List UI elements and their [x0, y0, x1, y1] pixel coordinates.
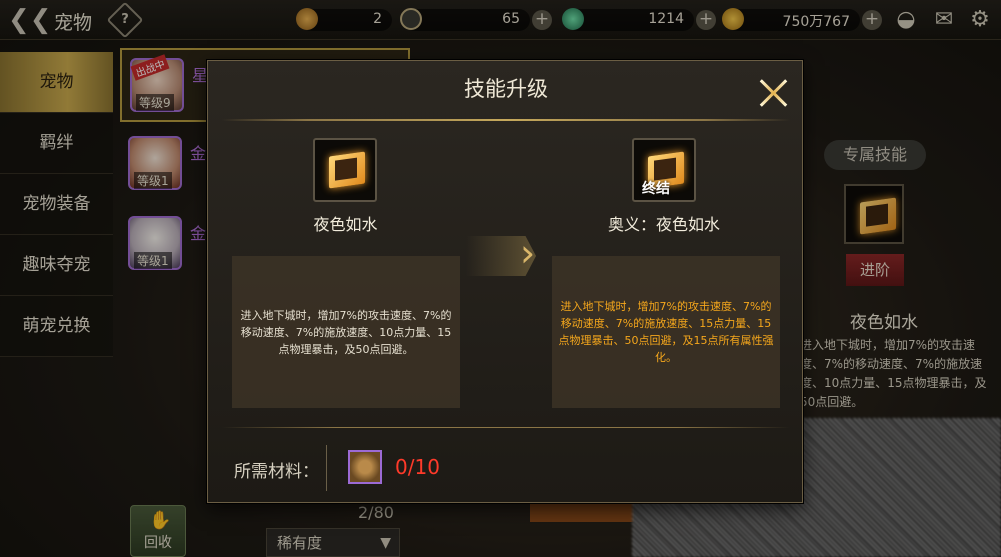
separator [326, 445, 327, 491]
next-skill-icon: 终结 [632, 138, 696, 202]
dialog-title: 技能升级 [464, 77, 548, 101]
divider [222, 119, 790, 121]
finisher-badge: 终结 [642, 181, 670, 197]
close-icon[interactable] [754, 73, 794, 113]
skill-book-icon [329, 151, 365, 189]
material-label: 所需材料： [234, 462, 319, 482]
current-skill-description: 进入地下城时，增加7%的攻击速度、7%的移动速度、7%的施放速度、10点力量、1… [232, 256, 460, 408]
skill-upgrade-dialog: 技能升级 夜色如水 终结 奥义：夜色如水 › 进入地下城时，增加7%的攻击速度、… [207, 60, 803, 503]
chevron-right-icon: › [520, 231, 536, 275]
cookie-material-icon[interactable] [348, 450, 382, 484]
current-skill-icon [313, 138, 377, 202]
current-skill-name: 夜色如水 [313, 215, 378, 234]
next-skill-name: 奥义：夜色如水 [607, 215, 720, 234]
divider [222, 427, 790, 428]
material-count: 0/10 [395, 455, 440, 479]
next-skill-description: 进入地下城时，增加7%的攻击速度、7%的移动速度、7%的施放速度、15点力量、1… [552, 256, 780, 408]
